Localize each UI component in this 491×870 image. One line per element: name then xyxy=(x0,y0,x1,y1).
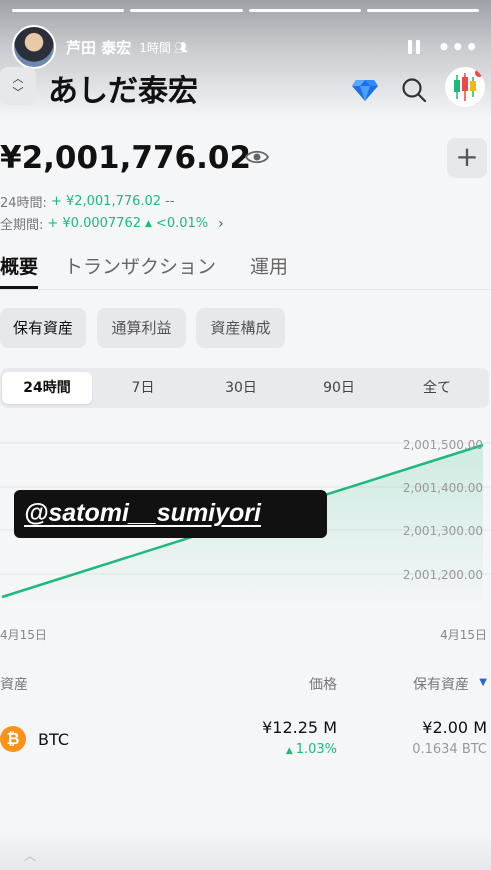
search-icon[interactable] xyxy=(401,77,427,103)
pl-all-pct: <0.01% xyxy=(155,216,209,231)
friends-icon: 👥︎ xyxy=(173,40,188,54)
tab-transactions[interactable]: トランザクション xyxy=(64,252,216,279)
candlestick-icon[interactable] xyxy=(445,67,485,107)
eye-icon[interactable] xyxy=(245,148,269,166)
y-tick-label: 2,001,300.00 xyxy=(403,524,483,538)
col-price-header[interactable]: 価格 xyxy=(309,674,337,694)
sort-down-icon[interactable]: ▼ xyxy=(479,677,487,688)
chevron-right-icon[interactable]: › xyxy=(218,216,224,232)
range-7d[interactable]: 7日 xyxy=(98,372,188,404)
asset-list-header: 資産 価格 保有資産 ▼ xyxy=(0,674,491,694)
chip-composition[interactable]: 資産構成 xyxy=(196,308,285,348)
account-name[interactable]: あしだ泰宏 xyxy=(48,66,198,110)
tab-earn[interactable]: 運用 xyxy=(250,252,288,279)
y-tick-label: 2,001,400.00 xyxy=(403,481,483,495)
asset-change: ▲ 1.03% xyxy=(286,742,337,757)
asset-change-value: 1.03% xyxy=(295,742,337,757)
asset-holding-qty: 0.1634 BTC xyxy=(412,742,487,757)
more-icon[interactable]: ••• xyxy=(438,35,479,59)
pl-all-value: + ¥0.0007762 xyxy=(47,216,141,231)
pl-all-row[interactable]: 全期間: + ¥0.0007762 ▲ <0.01% › xyxy=(0,214,224,234)
asset-symbol: BTC xyxy=(38,730,69,749)
up-arrow-icon: ▲ xyxy=(145,218,152,229)
col-holding-header[interactable]: 保有資産 xyxy=(413,674,469,694)
watermark-sticker: @satomi__sumiyori xyxy=(14,490,327,538)
x-axis-end-label: 4月15日 xyxy=(440,628,487,642)
time-range-selector: 24時間 7日 30日 90日 全て xyxy=(0,368,489,408)
story-user-name[interactable]: 芦田 泰宏 xyxy=(66,37,131,58)
chevron-up-icon[interactable]: ︿ xyxy=(24,847,36,864)
range-all[interactable]: 全て xyxy=(392,372,482,404)
pl-24h-pct: -- xyxy=(165,194,175,209)
bottom-fade xyxy=(0,830,491,870)
account-switcher-icon[interactable]: ︿ ﹀ xyxy=(0,67,36,105)
avatar[interactable] xyxy=(12,25,56,69)
x-axis-start-label: 4月15日 xyxy=(0,628,47,642)
main-tabs: 概要 トランザクション 運用 xyxy=(0,250,491,290)
btc-icon: ₿ xyxy=(0,726,26,752)
y-tick-label: 2,001,200.00 xyxy=(403,568,483,582)
range-24h[interactable]: 24時間 xyxy=(2,372,92,404)
range-30d[interactable]: 30日 xyxy=(196,372,286,404)
pause-icon[interactable] xyxy=(407,40,420,54)
story-progress-segment xyxy=(248,9,361,12)
asset-row[interactable]: ₿ BTC ¥12.25 M ▲ 1.03% ¥2.00 M 0.1634 BT… xyxy=(0,712,491,766)
story-time: 1時間 xyxy=(139,40,171,55)
pl-24h-value: + ¥2,001,776.02 xyxy=(50,194,162,209)
story-progress-segment xyxy=(130,9,243,12)
asset-price: ¥12.25 M xyxy=(262,718,337,737)
story-progress xyxy=(12,9,479,12)
app-header: ︿ ﹀ あしだ泰宏 xyxy=(0,64,491,110)
gem-icon[interactable] xyxy=(352,78,378,102)
tab-underline xyxy=(0,286,38,289)
story-progress-segment xyxy=(12,9,125,12)
y-tick-label: 2,001,500.00 xyxy=(403,438,483,452)
pl-24h-row: 24時間: + ¥2,001,776.02 -- xyxy=(0,192,174,211)
tab-overview[interactable]: 概要 xyxy=(0,252,38,279)
up-arrow-icon: ▲ xyxy=(285,746,296,756)
total-balance: ¥2,001,776.02 xyxy=(0,140,252,176)
pl-24h-label: 24時間: xyxy=(0,196,47,211)
range-90d[interactable]: 90日 xyxy=(294,372,384,404)
chip-cumulative-pl[interactable]: 通算利益 xyxy=(97,308,186,348)
chip-holdings[interactable]: 保有資産 xyxy=(0,308,86,348)
pl-all-label: 全期間: xyxy=(0,218,44,233)
col-asset-header: 資産 xyxy=(0,677,28,693)
asset-holding-value: ¥2.00 M xyxy=(422,718,487,737)
story-progress-segment xyxy=(366,9,479,12)
add-button[interactable]: + xyxy=(447,138,487,178)
